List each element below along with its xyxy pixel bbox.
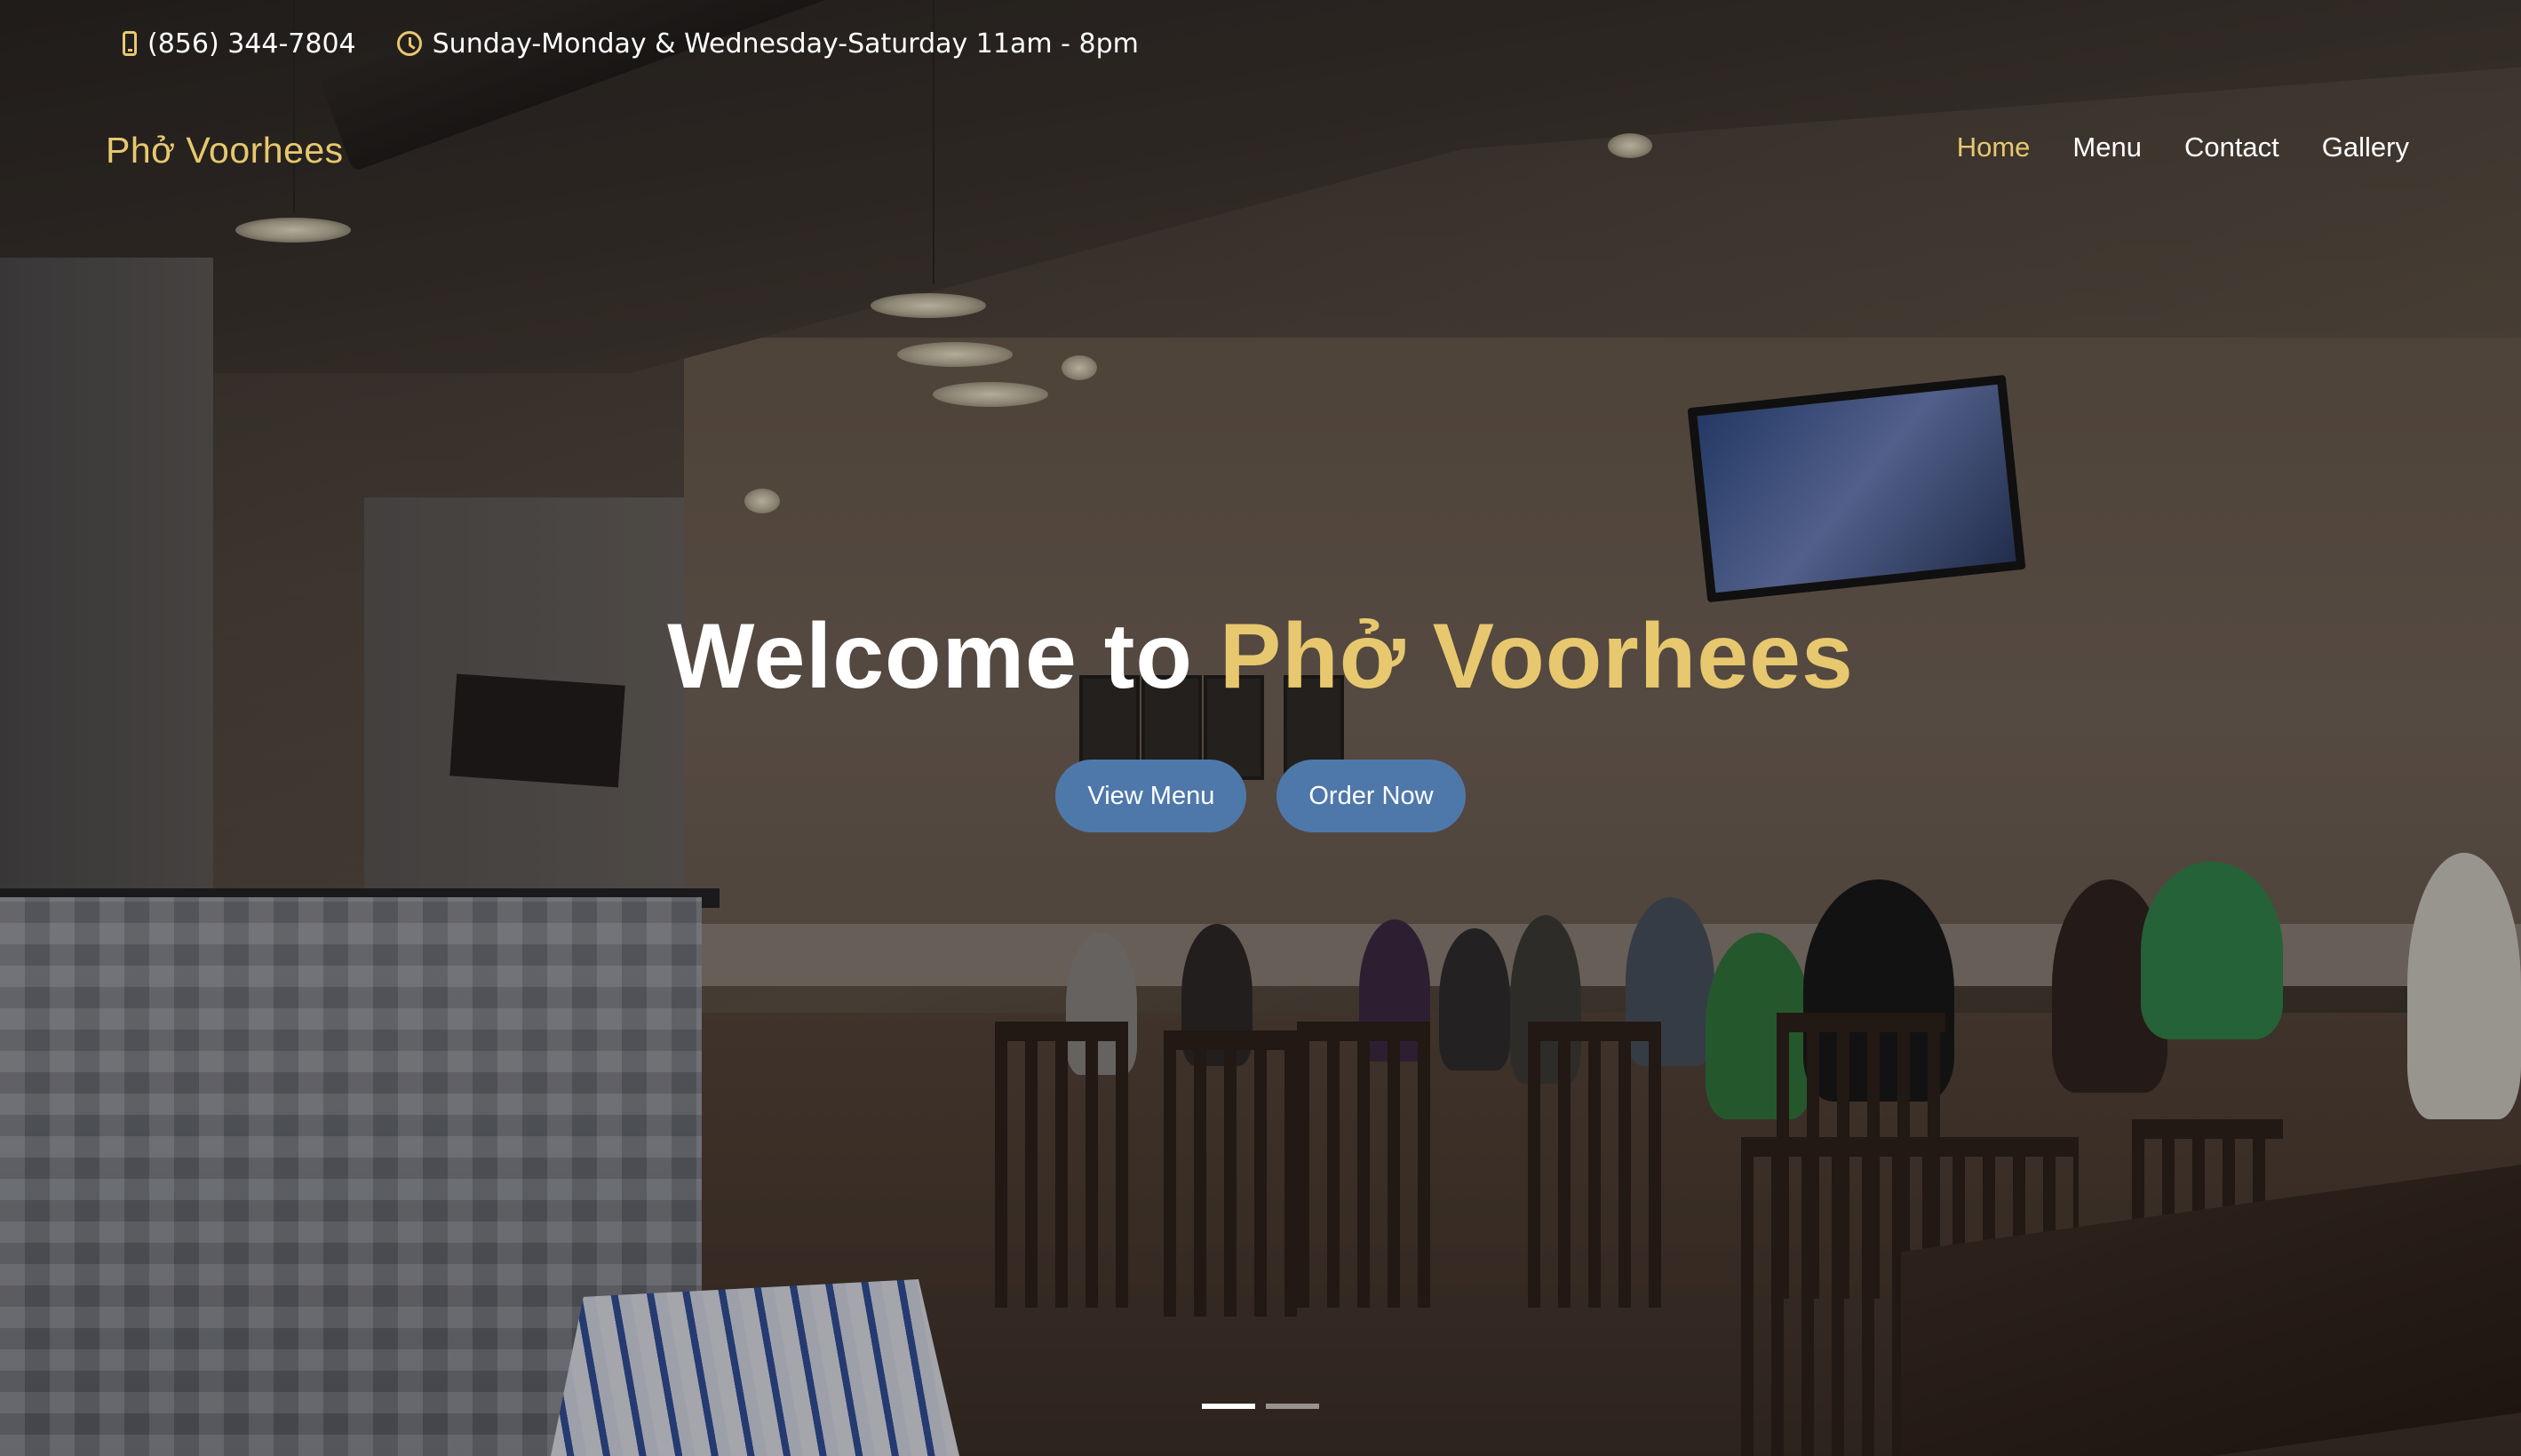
hero-title: Welcome to Phở Voorhees xyxy=(0,604,2521,710)
phone-number[interactable]: (856) 344-7804 xyxy=(147,28,356,60)
brand-logo[interactable]: Phở Voorhees xyxy=(106,130,344,171)
opening-hours: Sunday-Monday & Wednesday-Saturday 11am … xyxy=(396,28,1139,60)
top-info-bar: (856) 344-7804 Sunday-Monday & Wednesday… xyxy=(123,25,1139,62)
hero-title-accent: Phở Voorhees xyxy=(1219,605,1854,708)
hero-title-prefix: Welcome to xyxy=(667,605,1220,708)
restaurant-background-image xyxy=(0,0,2521,1456)
phone-icon xyxy=(123,31,137,56)
carousel-indicator-2[interactable] xyxy=(1266,1404,1319,1409)
order-now-button[interactable]: Order Now xyxy=(1276,760,1466,832)
clock-icon xyxy=(396,31,422,56)
phone-contact[interactable]: (856) 344-7804 xyxy=(123,28,356,60)
hero-carousel: (856) 344-7804 Sunday-Monday & Wednesday… xyxy=(0,0,2521,1456)
opening-hours-text: Sunday-Monday & Wednesday-Saturday 11am … xyxy=(432,28,1139,60)
nav-gallery[interactable]: Gallery xyxy=(2322,131,2409,163)
nav-contact[interactable]: Contact xyxy=(2184,131,2279,163)
hero-actions: View Menu Order Now xyxy=(0,760,2521,832)
nav-menu[interactable]: Menu xyxy=(2072,131,2142,163)
main-nav: Home Menu Contact Gallery xyxy=(1957,131,2409,163)
carousel-indicators xyxy=(0,1404,2521,1409)
carousel-indicator-1[interactable] xyxy=(1202,1404,1255,1409)
view-menu-button[interactable]: View Menu xyxy=(1055,760,1247,832)
nav-home[interactable]: Home xyxy=(1957,131,2031,163)
